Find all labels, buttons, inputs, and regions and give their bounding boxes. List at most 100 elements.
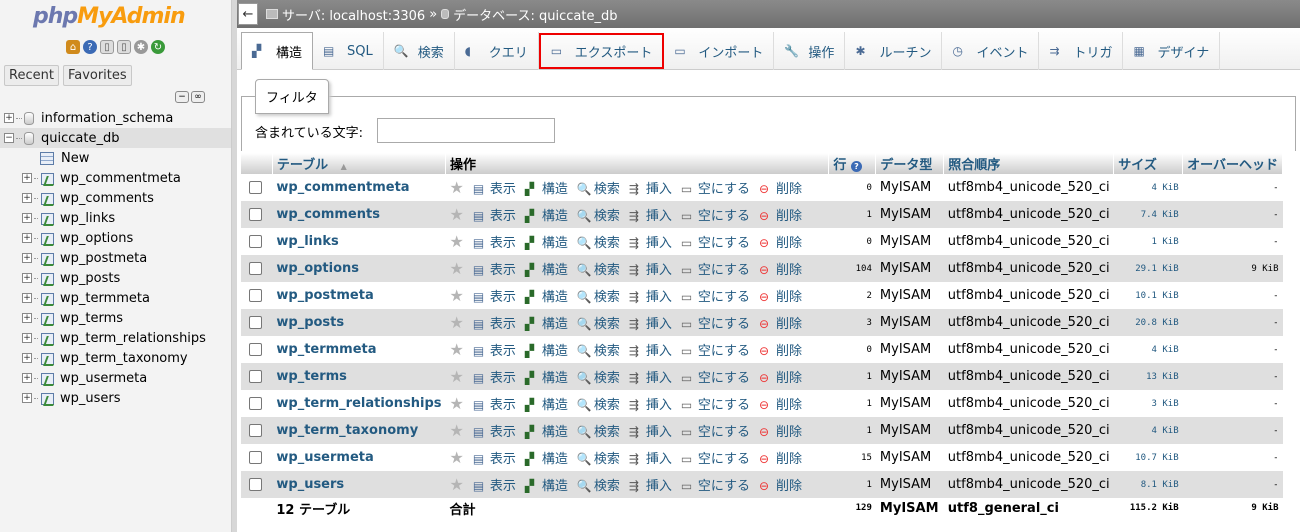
home-icon[interactable]: ⌂ [66, 40, 80, 54]
star-icon[interactable]: ★ [449, 232, 463, 251]
action-search[interactable]: 🔍 検索 [577, 367, 620, 387]
tree-new-table[interactable]: New [0, 148, 231, 168]
row-size[interactable]: 20.8 KiB [1113, 309, 1183, 336]
action-empty[interactable]: ▭ 空にする [681, 340, 750, 360]
action-insert[interactable]: ⇶ 挿入 [629, 421, 672, 441]
tree-label[interactable]: wp_postmeta [60, 251, 147, 266]
star-icon[interactable]: ★ [449, 205, 463, 224]
action-empty[interactable]: ▭ 空にする [681, 232, 750, 252]
action-browse[interactable]: ▤ 表示 [473, 286, 516, 306]
row-checkbox[interactable] [249, 397, 262, 410]
action-search[interactable]: 🔍 検索 [577, 232, 620, 252]
action-insert[interactable]: ⇶ 挿入 [629, 367, 672, 387]
row-checkbox[interactable] [249, 424, 262, 437]
tree-table-wp_links[interactable]: + wp_links [0, 208, 231, 228]
expand-icon[interactable]: + [22, 233, 32, 243]
action-search[interactable]: 🔍 検索 [577, 421, 620, 441]
row-size[interactable]: 1 KiB [1113, 228, 1183, 255]
row-checkbox[interactable] [249, 451, 262, 464]
action-browse[interactable]: ▤ 表示 [473, 448, 516, 468]
column-header-table[interactable]: テーブル ▲ [272, 153, 446, 174]
table-name-link[interactable]: wp_options [276, 261, 359, 276]
breadcrumb-database[interactable]: データベース: quiccate_db [453, 5, 617, 24]
expand-icon[interactable]: + [22, 293, 32, 303]
action-structure[interactable]: ▞ 構造 [525, 205, 568, 225]
action-insert[interactable]: ⇶ 挿入 [629, 448, 672, 468]
table-name-link[interactable]: wp_term_taxonomy [276, 423, 418, 438]
table-name-link[interactable]: wp_term_relationships [276, 396, 441, 411]
expand-icon[interactable]: + [22, 173, 32, 183]
tree-label[interactable]: wp_comments [60, 191, 154, 206]
action-browse[interactable]: ▤ 表示 [473, 421, 516, 441]
action-insert[interactable]: ⇶ 挿入 [629, 286, 672, 306]
tree-table-wp_postmeta[interactable]: + wp_postmeta [0, 248, 231, 268]
row-checkbox[interactable] [249, 370, 262, 383]
tab-clock[interactable]: ◷ イベント [942, 32, 1040, 70]
action-browse[interactable]: ▤ 表示 [473, 367, 516, 387]
action-insert[interactable]: ⇶ 挿入 [629, 259, 672, 279]
action-drop[interactable]: ⊖ 削除 [759, 367, 802, 387]
row-size[interactable]: 10.7 KiB [1113, 444, 1183, 471]
action-browse[interactable]: ▤ 表示 [473, 259, 516, 279]
action-structure[interactable]: ▞ 構造 [525, 286, 568, 306]
favorites-tab[interactable]: Favorites [62, 65, 132, 86]
row-size[interactable]: 7.4 KiB [1113, 201, 1183, 228]
tree-table-wp_options[interactable]: + wp_options [0, 228, 231, 248]
collapse-all-icon[interactable]: − [175, 91, 189, 103]
action-drop[interactable]: ⊖ 削除 [759, 205, 802, 225]
expand-icon[interactable]: + [22, 333, 32, 343]
expand-icon[interactable]: + [22, 253, 32, 263]
action-empty[interactable]: ▭ 空にする [681, 178, 750, 198]
tab-query[interactable]: ◖ クエリ [455, 32, 539, 70]
tree-label[interactable]: information_schema [41, 111, 173, 126]
link-icon[interactable]: ∞ [191, 91, 205, 103]
column-header-size[interactable]: サイズ [1113, 153, 1184, 174]
action-structure[interactable]: ▞ 構造 [525, 475, 568, 495]
action-browse[interactable]: ▤ 表示 [473, 394, 516, 414]
tab-wrench[interactable]: 🔧 操作 [774, 32, 846, 70]
action-browse[interactable]: ▤ 表示 [473, 205, 516, 225]
expand-icon[interactable]: + [22, 213, 32, 223]
gear-icon[interactable]: ✱ [134, 40, 148, 54]
row-size[interactable]: 10.1 KiB [1113, 282, 1183, 309]
action-drop[interactable]: ⊖ 削除 [759, 448, 802, 468]
action-search[interactable]: 🔍 検索 [577, 313, 620, 333]
action-search[interactable]: 🔍 検索 [577, 286, 620, 306]
table-name-link[interactable]: wp_posts [276, 315, 344, 330]
docs-icon[interactable]: ▯ [100, 40, 114, 54]
breadcrumb-server[interactable]: サーバ: localhost:3306 [282, 5, 425, 24]
tree-label[interactable]: wp_terms [60, 311, 123, 326]
action-drop[interactable]: ⊖ 削除 [759, 394, 802, 414]
tree-table-wp_termmeta[interactable]: + wp_termmeta [0, 288, 231, 308]
action-search[interactable]: 🔍 検索 [577, 205, 620, 225]
action-drop[interactable]: ⊖ 削除 [759, 286, 802, 306]
tree-table-wp_comments[interactable]: + wp_comments [0, 188, 231, 208]
action-drop[interactable]: ⊖ 削除 [759, 421, 802, 441]
action-browse[interactable]: ▤ 表示 [473, 475, 516, 495]
row-checkbox[interactable] [249, 343, 262, 356]
action-insert[interactable]: ⇶ 挿入 [629, 178, 672, 198]
reload-icon[interactable]: ↻ [151, 40, 165, 54]
star-icon[interactable]: ★ [449, 448, 463, 467]
action-search[interactable]: 🔍 検索 [577, 259, 620, 279]
tab-export[interactable]: ▭ エクスポート [538, 33, 665, 69]
action-search[interactable]: 🔍 検索 [577, 178, 620, 198]
star-icon[interactable]: ★ [449, 475, 463, 494]
tree-label[interactable]: wp_term_taxonomy [60, 351, 188, 366]
tab-search[interactable]: 🔍 検索 [384, 32, 455, 70]
star-icon[interactable]: ★ [449, 367, 463, 386]
action-structure[interactable]: ▞ 構造 [525, 313, 568, 333]
tree-db-information_schema[interactable]: + information_schema [0, 108, 231, 128]
star-icon[interactable]: ★ [449, 340, 463, 359]
column-header-type[interactable]: データ型 [875, 153, 945, 174]
action-empty[interactable]: ▭ 空にする [681, 259, 750, 279]
tab-triggers[interactable]: ⇉ トリガ [1039, 32, 1124, 70]
row-size[interactable]: 8.1 KiB [1113, 471, 1183, 498]
tab-sql[interactable]: ▤ SQL [313, 32, 384, 70]
star-icon[interactable]: ★ [449, 394, 463, 413]
action-insert[interactable]: ⇶ 挿入 [629, 313, 672, 333]
action-structure[interactable]: ▞ 構造 [525, 340, 568, 360]
tree-table-wp_term_relationships[interactable]: + wp_term_relationships [0, 328, 231, 348]
action-structure[interactable]: ▞ 構造 [525, 421, 568, 441]
expand-icon[interactable]: + [22, 373, 32, 383]
